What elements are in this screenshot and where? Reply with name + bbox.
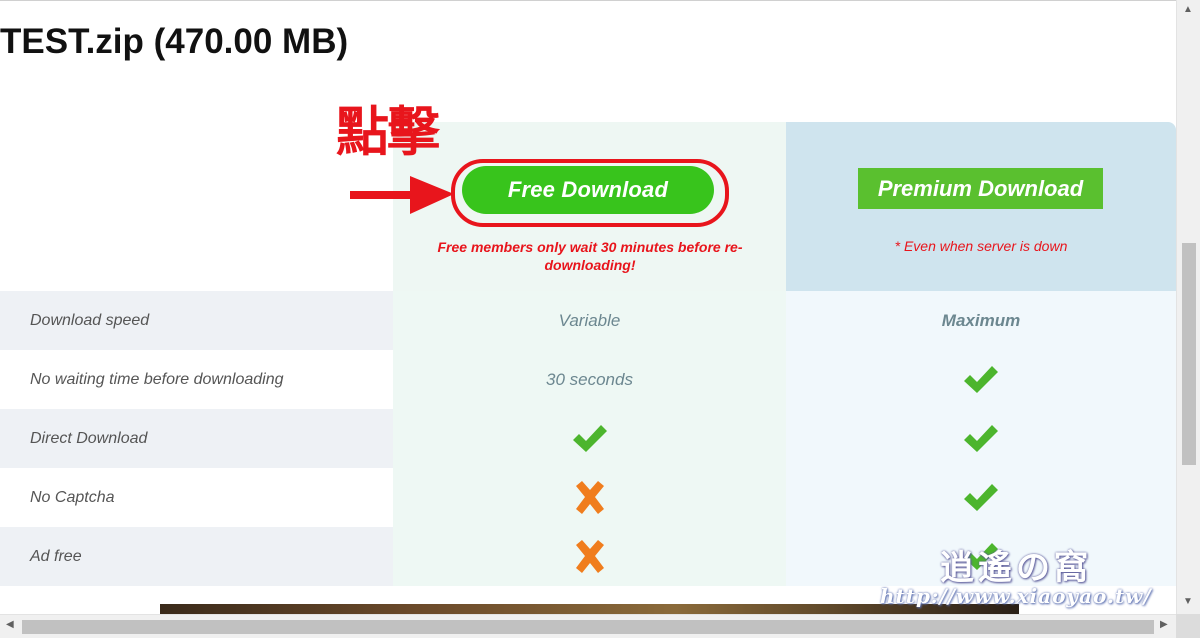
premium-check-icon xyxy=(786,527,1176,586)
check-icon xyxy=(964,483,998,511)
free-cross-icon xyxy=(393,527,786,586)
annotation-arrow-icon xyxy=(350,176,454,214)
feature-label-text: No Captcha xyxy=(30,488,115,506)
feature-label: Direct Download xyxy=(0,409,393,468)
table-row: Download speed Variable Maximum xyxy=(0,291,1176,350)
value-text: Variable xyxy=(558,310,621,330)
value-text: Maximum xyxy=(941,310,1021,330)
feature-label-text: Ad free xyxy=(30,547,82,565)
table-row: No waiting time before downloading 30 sec… xyxy=(0,350,1176,409)
feature-label: No Captcha xyxy=(0,468,393,527)
premium-check-icon xyxy=(786,409,1176,468)
check-icon xyxy=(964,542,998,570)
top-divider xyxy=(0,0,1176,1)
table-row: Ad free xyxy=(0,527,1176,586)
feature-label: Download speed xyxy=(0,291,393,350)
premium-download-button[interactable]: Premium Download xyxy=(858,168,1103,209)
free-check-icon xyxy=(393,409,786,468)
premium-download-note: * Even when server is down xyxy=(894,238,1068,254)
click-annotation-label: 點擊 xyxy=(336,102,440,163)
premium-check-icon xyxy=(786,468,1176,527)
free-value: Variable xyxy=(393,291,786,350)
premium-check-icon xyxy=(786,350,1176,409)
cross-icon xyxy=(575,539,604,573)
vertical-scroll-thumb[interactable] xyxy=(1182,243,1196,465)
scroll-up-icon[interactable]: ▲ xyxy=(1183,4,1193,15)
check-icon xyxy=(964,424,998,452)
scrollbar-corner xyxy=(1176,614,1200,638)
feature-label-text: No waiting time before downloading xyxy=(30,370,284,388)
horizontal-scroll-thumb[interactable] xyxy=(22,620,1154,634)
scroll-down-icon[interactable]: ▼ xyxy=(1183,596,1193,607)
file-title: TEST.zip (470.00 MB) xyxy=(0,22,349,61)
banner-image xyxy=(160,604,1019,614)
table-row: Direct Download xyxy=(0,409,1176,468)
vertical-scrollbar[interactable]: ▲ ▼ xyxy=(1176,0,1200,614)
free-download-note: Free members only wait 30 minutes before… xyxy=(437,239,743,273)
feature-label-text: Direct Download xyxy=(30,429,148,447)
check-icon xyxy=(572,424,607,452)
download-page: TEST.zip (470.00 MB) 點擊 Free Download Fr… xyxy=(0,0,1176,614)
free-value: 30 seconds xyxy=(393,350,786,409)
scroll-left-icon[interactable]: ◀ xyxy=(6,619,14,630)
feature-label-text: Download speed xyxy=(30,311,150,329)
horizontal-scrollbar[interactable]: ◀ ▶ xyxy=(0,614,1176,638)
value-text: 30 seconds xyxy=(546,369,633,389)
feature-label: Ad free xyxy=(0,527,393,586)
scroll-right-icon[interactable]: ▶ xyxy=(1160,619,1168,630)
free-download-button[interactable]: Free Download xyxy=(462,166,714,214)
check-icon xyxy=(964,365,998,393)
cross-icon xyxy=(575,480,604,514)
table-row: No Captcha xyxy=(0,468,1176,527)
feature-label: No waiting time before downloading xyxy=(0,350,393,409)
free-cross-icon xyxy=(393,468,786,527)
premium-value: Maximum xyxy=(786,291,1176,350)
